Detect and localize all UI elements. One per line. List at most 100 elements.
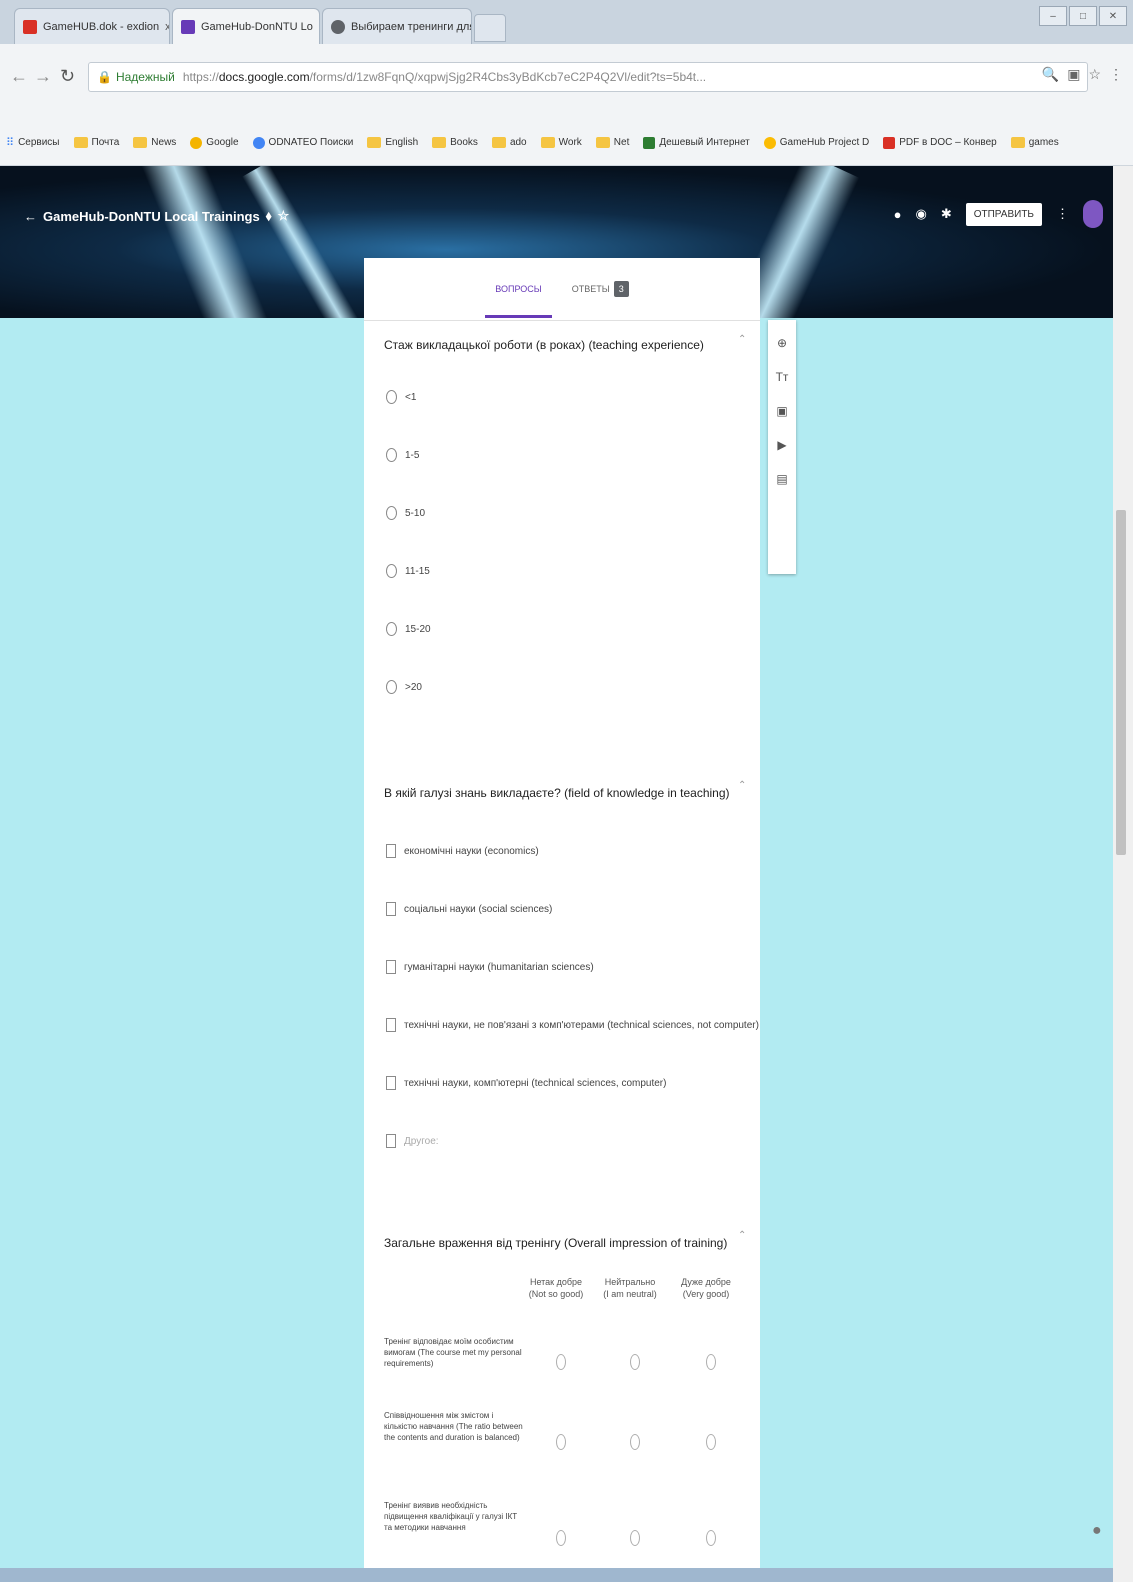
palette-icon[interactable]: ● <box>894 207 902 222</box>
bookmark-site[interactable]: Дешевый Интернет <box>643 136 750 149</box>
grid-radio[interactable] <box>706 1354 716 1370</box>
radio-option[interactable]: >20 <box>386 680 422 694</box>
checkbox-icon[interactable] <box>386 960 396 974</box>
grid-radio[interactable] <box>630 1434 640 1450</box>
add-image-icon[interactable]: ▣ <box>776 404 787 418</box>
folder-move-icon[interactable]: ⬧ <box>266 208 272 224</box>
checkbox-icon[interactable] <box>386 1076 396 1090</box>
close-tab-icon[interactable]: x <box>313 21 320 33</box>
tab-answers-label: ОТВЕТЫ <box>571 284 610 294</box>
send-button[interactable]: ОТПРАВИТЬ <box>965 202 1042 226</box>
form-title[interactable]: GameHub-DonNTU Local Trainings <box>43 209 260 224</box>
checkbox-option[interactable]: соціальні науки (social sciences) <box>386 902 552 916</box>
close-tab-icon[interactable]: x <box>159 21 169 33</box>
checkbox-option[interactable]: технічні науки, комп'ютерні (technical s… <box>386 1076 666 1090</box>
radio-icon[interactable] <box>386 448 397 462</box>
url-host: docs.google.com <box>218 70 310 84</box>
page-scrollbar[interactable] <box>1113 166 1133 1582</box>
grid-radio[interactable] <box>706 1530 716 1546</box>
zoom-icon[interactable]: 🔍 <box>1042 66 1059 83</box>
radio-icon[interactable] <box>386 564 397 578</box>
radio-option[interactable]: 11-15 <box>386 564 430 578</box>
radio-icon[interactable] <box>386 506 397 520</box>
checkbox-option[interactable]: економічні науки (economics) <box>386 844 539 858</box>
star-icon[interactable]: ☆ <box>1088 66 1101 83</box>
folder-icon <box>540 137 555 148</box>
url-input[interactable]: 🔒 Надежный https:// docs.google.com /for… <box>88 62 1088 92</box>
back-icon[interactable]: ← <box>10 66 28 87</box>
browser-tab-gmail[interactable]: GameHUB.dok - exdion x <box>14 8 170 44</box>
forward-icon[interactable]: → <box>34 66 52 87</box>
bookmark-apps[interactable]: ⠿ Сервисы <box>6 136 60 149</box>
minimize-icon[interactable]: – <box>1039 6 1067 26</box>
grid-radio[interactable] <box>630 1354 640 1370</box>
tab-questions[interactable]: ВОПРОСЫ <box>485 278 553 318</box>
grid-radio[interactable] <box>556 1434 566 1450</box>
checkbox-icon[interactable] <box>386 1018 396 1032</box>
bookmark-folder[interactable]: games <box>1010 137 1059 148</box>
help-icon[interactable]: ● <box>1092 1522 1102 1540</box>
question-title[interactable]: Стаж викладацької роботи (в роках) (teac… <box>384 338 704 352</box>
grid-radio[interactable] <box>706 1434 716 1450</box>
browser-tab-forms[interactable]: GameHub-DonNTU Lo x <box>172 8 320 44</box>
maximize-icon[interactable]: □ <box>1069 6 1097 26</box>
bookmark-folder[interactable]: Books <box>432 137 478 148</box>
radio-option[interactable]: 1-5 <box>386 448 419 462</box>
bookmark-folder[interactable]: Work <box>540 137 582 148</box>
add-question-icon[interactable]: ⊕ <box>777 336 787 350</box>
settings-icon[interactable]: ✱ <box>941 206 952 222</box>
back-arrow-icon[interactable]: ← <box>24 209 37 224</box>
browser-tab-trainings[interactable]: Выбираем тренинги для x <box>322 8 472 44</box>
bookmark-site[interactable]: GameHub Project D <box>763 136 869 149</box>
radio-icon[interactable] <box>386 680 397 694</box>
reload-icon[interactable]: ↻ <box>60 66 75 87</box>
bookmark-site[interactable]: PDF в DOC – Конвер <box>883 136 997 149</box>
radio-icon[interactable] <box>386 390 397 404</box>
bookmark-folder[interactable]: Почта <box>73 137 119 148</box>
avatar[interactable] <box>1083 200 1103 228</box>
add-title-icon[interactable]: Tт <box>776 370 789 384</box>
bookmark-site[interactable]: ODNATEO Поиски <box>252 136 353 149</box>
grid-radio[interactable] <box>556 1354 566 1370</box>
grid-radio[interactable] <box>630 1530 640 1546</box>
bookmark-folder[interactable]: Net <box>595 137 629 148</box>
banner-light-streak <box>242 166 368 318</box>
star-icon[interactable]: ☆ <box>278 208 290 224</box>
close-window-icon[interactable]: ✕ <box>1099 6 1127 26</box>
folder-icon <box>595 137 610 148</box>
bookmark-label: News <box>151 137 177 148</box>
new-tab-button[interactable] <box>474 14 506 42</box>
grid-radio[interactable] <box>556 1530 566 1546</box>
question-title[interactable]: В якій галузі знань викладаєте? (field o… <box>384 786 730 800</box>
drag-handle-icon[interactable]: ⌃ <box>738 780 746 791</box>
radio-option[interactable]: 5-10 <box>386 506 425 520</box>
add-video-icon[interactable]: ▶ <box>777 438 786 452</box>
radio-option[interactable]: 15-20 <box>386 622 431 636</box>
extension-icon[interactable]: ▣ <box>1067 66 1080 83</box>
checkbox-icon[interactable] <box>386 902 396 916</box>
preview-icon[interactable]: ◉ <box>915 206 926 222</box>
option-label: 1-5 <box>405 449 420 461</box>
option-label: 11-15 <box>405 565 430 577</box>
drag-handle-icon[interactable]: ⌃ <box>738 334 746 345</box>
add-section-icon[interactable]: ▤ <box>776 472 787 486</box>
radio-icon[interactable] <box>386 622 397 636</box>
checkbox-icon[interactable] <box>386 1134 396 1148</box>
option-label: гуманітарні науки (humanitarian sciences… <box>404 961 594 973</box>
checkbox-option[interactable]: технічні науки, не пов'язані з комп'ютер… <box>386 1018 759 1032</box>
bookmark-folder[interactable]: English <box>367 137 418 148</box>
question-title[interactable]: Загальне враження від тренінгу (Overall … <box>384 1236 727 1250</box>
drag-handle-icon[interactable]: ⌃ <box>738 1230 746 1241</box>
tab-answers[interactable]: ОТВЕТЫ 3 <box>568 275 633 303</box>
checkbox-icon[interactable] <box>386 844 396 858</box>
bookmark-site[interactable]: Google <box>190 136 239 149</box>
option-label: технічні науки, комп'ютерні (technical s… <box>404 1077 667 1089</box>
radio-option[interactable]: <1 <box>386 390 416 404</box>
more-menu-icon[interactable]: ⋮ <box>1056 206 1069 222</box>
bookmark-folder[interactable]: News <box>133 137 176 148</box>
bookmark-folder[interactable]: ado <box>491 137 527 148</box>
scrollbar-thumb[interactable] <box>1116 510 1126 855</box>
menu-icon[interactable]: ⋮ <box>1109 66 1123 83</box>
checkbox-option-other[interactable]: Другое: <box>386 1134 439 1148</box>
checkbox-option[interactable]: гуманітарні науки (humanitarian sciences… <box>386 960 594 974</box>
